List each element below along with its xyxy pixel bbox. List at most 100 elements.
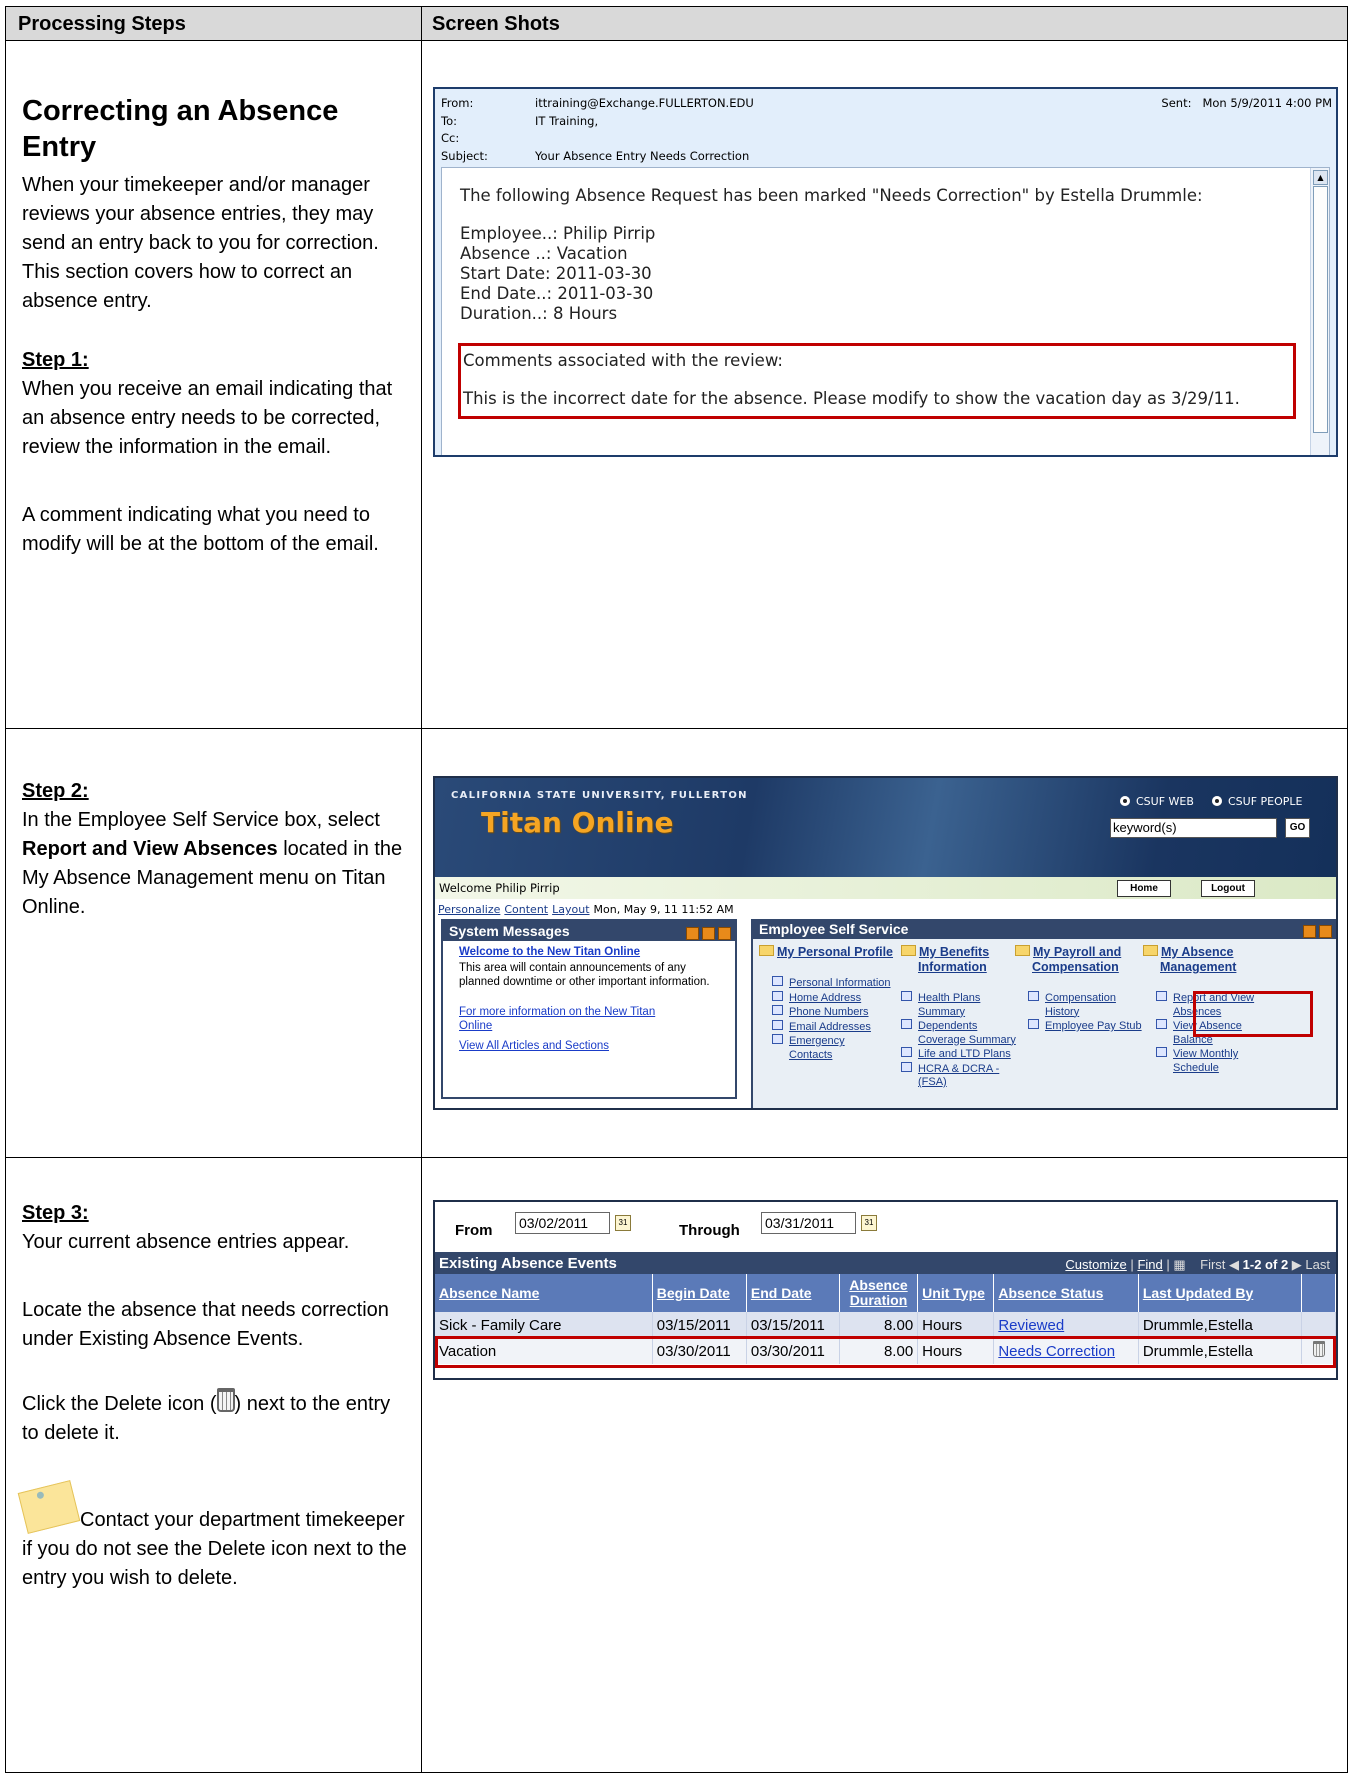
next-icon[interactable]: ▶ bbox=[1292, 1257, 1302, 1272]
absence-management-title[interactable]: My Absence bbox=[1161, 945, 1233, 959]
system-messages-content: Welcome to the New Titan Online This are… bbox=[443, 941, 735, 1053]
hcra-dcra-link[interactable]: HCRA & DCRA - bbox=[918, 1063, 999, 1075]
payroll-title[interactable]: My Payroll and bbox=[1033, 945, 1121, 959]
payroll-title-2[interactable]: Compensation bbox=[1015, 960, 1145, 975]
from-date-input[interactable]: 03/02/2011 bbox=[515, 1212, 610, 1234]
calendar-icon[interactable]: 31 bbox=[861, 1215, 877, 1231]
col-end-date[interactable]: End Date bbox=[746, 1274, 840, 1312]
layout-link[interactable]: Layout bbox=[552, 903, 589, 916]
section3-text: Step 3: Your current absence entries app… bbox=[17, 1199, 407, 1593]
page-icon bbox=[772, 1005, 783, 1015]
report-view-highlight-box bbox=[1193, 991, 1313, 1037]
col-absence-status[interactable]: Absence Status bbox=[993, 1274, 1139, 1312]
step2-text: In the Employee Self Service box, select… bbox=[22, 806, 407, 922]
view-all-articles-link[interactable]: View All Articles and Sections bbox=[459, 1039, 735, 1053]
ess-minimize-icon[interactable] bbox=[1319, 925, 1332, 938]
compensation-link[interactable]: Compensation bbox=[1045, 992, 1116, 1004]
email-scrollbar[interactable]: ▲ bbox=[1310, 168, 1329, 455]
keyword-search-input[interactable]: keyword(s) bbox=[1110, 818, 1277, 838]
grid-icon[interactable]: ▦ bbox=[1173, 1257, 1185, 1272]
table-header: Processing Steps Screen Shots bbox=[6, 7, 1347, 41]
radio-csuf-web[interactable]: CSUF WEB bbox=[1120, 795, 1194, 808]
col-last-updated-by[interactable]: Last Updated By bbox=[1138, 1274, 1303, 1312]
home-button[interactable]: Home bbox=[1117, 880, 1171, 897]
find-link[interactable]: Find bbox=[1137, 1257, 1162, 1272]
page-icon bbox=[772, 1019, 783, 1030]
absence-management-title-2[interactable]: Management bbox=[1143, 960, 1273, 975]
edit-icon[interactable] bbox=[702, 927, 715, 940]
dependents-link[interactable]: Dependents bbox=[918, 1020, 977, 1032]
col-begin-date[interactable]: Begin Date bbox=[652, 1274, 747, 1312]
col-delete bbox=[1301, 1274, 1336, 1312]
customize-link[interactable]: Customize bbox=[1065, 1257, 1126, 1272]
menu-payroll: My Payroll and Compensation Compensation… bbox=[1015, 945, 1145, 1034]
welcome-new-titan-link[interactable]: Welcome to the New Titan Online bbox=[459, 945, 735, 959]
scroll-thumb[interactable] bbox=[1313, 186, 1328, 433]
calendar-icon[interactable]: 31 bbox=[615, 1215, 631, 1231]
phone-numbers-link[interactable]: Phone Numbers bbox=[789, 1006, 869, 1018]
ess-refresh-icon[interactable] bbox=[1303, 925, 1316, 938]
step2-label: Step 2: bbox=[22, 780, 89, 802]
radio-icon[interactable] bbox=[1212, 796, 1222, 806]
personal-profile-title[interactable]: My Personal Profile bbox=[777, 945, 893, 959]
university-name: CALIFORNIA STATE UNIVERSITY, FULLERTON bbox=[451, 790, 748, 801]
email-body: The following Absence Request has been m… bbox=[441, 167, 1330, 455]
compensation-history-link[interactable]: History bbox=[1028, 1006, 1145, 1020]
prev-icon[interactable]: ◀ bbox=[1229, 1257, 1239, 1272]
menu-benefits: My Benefits Information Health Plans Sum… bbox=[901, 945, 1031, 1090]
radio-selected-icon[interactable] bbox=[1120, 796, 1130, 806]
header-screen-shots: Screen Shots bbox=[432, 13, 560, 35]
delete-icon[interactable] bbox=[1312, 1341, 1325, 1357]
titan-online-logo: Titan Online bbox=[481, 806, 674, 839]
email-subject-label: Subject: bbox=[441, 148, 488, 163]
health-plans-link[interactable]: Health Plans bbox=[918, 992, 980, 1004]
email-line1: The following Absence Request has been m… bbox=[460, 186, 1203, 205]
email-end-date: End Date..: 2011-03-30 bbox=[460, 284, 654, 303]
through-date-input[interactable]: 03/31/2011 bbox=[761, 1212, 856, 1234]
logout-button[interactable]: Logout bbox=[1201, 880, 1255, 897]
home-address-link[interactable]: Home Address bbox=[789, 992, 861, 1004]
cell-unit-type: Hours bbox=[917, 1312, 995, 1338]
last-link[interactable]: Last bbox=[1305, 1257, 1330, 1272]
personalize-bar: Personalize Content Layout Mon, May 9, 11 1… bbox=[438, 903, 734, 916]
go-button[interactable]: GO bbox=[1285, 818, 1310, 838]
page-icon bbox=[1028, 1019, 1039, 1029]
employee-pay-stub-link[interactable]: Employee Pay Stub bbox=[1045, 1020, 1142, 1032]
col-absence-duration[interactable]: Absence Duration bbox=[839, 1274, 919, 1312]
cell-begin-date: 03/15/2011 bbox=[652, 1312, 747, 1338]
grid-navigation: Customize | Find | ▦ First ◀ 1-2 of 2 ▶ … bbox=[1065, 1257, 1330, 1273]
coverage-summary-link[interactable]: Coverage Summary bbox=[901, 1034, 1031, 1048]
view-monthly-schedule-link[interactable]: View Monthly bbox=[1173, 1048, 1238, 1060]
cell-status: Reviewed bbox=[993, 1312, 1139, 1338]
content-link[interactable]: Content bbox=[504, 903, 548, 916]
fsa-link[interactable]: (FSA) bbox=[901, 1076, 1031, 1090]
status-link[interactable]: Reviewed bbox=[998, 1317, 1064, 1334]
refresh-icon[interactable] bbox=[686, 927, 699, 940]
delete-icon bbox=[216, 1388, 235, 1412]
emergency-contacts-link-2[interactable]: Contacts bbox=[772, 1049, 899, 1063]
first-link[interactable]: First bbox=[1200, 1257, 1225, 1272]
status-link[interactable]: Needs Correction bbox=[998, 1343, 1115, 1360]
minimize-icon[interactable] bbox=[718, 927, 731, 940]
cell-delete bbox=[1301, 1338, 1336, 1364]
benefits-title[interactable]: My Benefits bbox=[919, 945, 989, 959]
view-monthly-schedule-link-2[interactable]: Schedule bbox=[1156, 1062, 1273, 1076]
cell-begin-date: 03/30/2011 bbox=[652, 1338, 747, 1364]
more-info-link[interactable]: For more information on the New Titan On… bbox=[459, 1005, 689, 1033]
page-icon bbox=[772, 990, 783, 1001]
col-unit-type[interactable]: Unit Type bbox=[917, 1274, 995, 1312]
benefits-title-2[interactable]: Information bbox=[901, 960, 1031, 975]
system-message-text: This area will contain announcements of … bbox=[459, 962, 710, 988]
personalize-link[interactable]: Personalize bbox=[438, 903, 500, 916]
radio-csuf-people[interactable]: CSUF PEOPLE bbox=[1212, 795, 1303, 808]
welcome-text: Welcome Philip Pirrip bbox=[439, 881, 560, 895]
table-row: Vacation 03/30/2011 03/30/2011 8.00 Hour… bbox=[435, 1338, 1336, 1364]
scroll-up-icon[interactable]: ▲ bbox=[1313, 170, 1328, 185]
life-ltd-plans-link[interactable]: Life and LTD Plans bbox=[918, 1048, 1011, 1060]
health-plans-summary-link[interactable]: Summary bbox=[901, 1006, 1031, 1020]
col-absence-name[interactable]: Absence Name bbox=[435, 1274, 653, 1312]
email-addresses-link[interactable]: Email Addresses bbox=[789, 1021, 871, 1033]
personal-information-link[interactable]: Personal Information bbox=[789, 977, 891, 989]
page-title: Correcting an Absence Entry bbox=[22, 95, 339, 163]
emergency-contacts-link[interactable]: Emergency bbox=[789, 1035, 845, 1047]
